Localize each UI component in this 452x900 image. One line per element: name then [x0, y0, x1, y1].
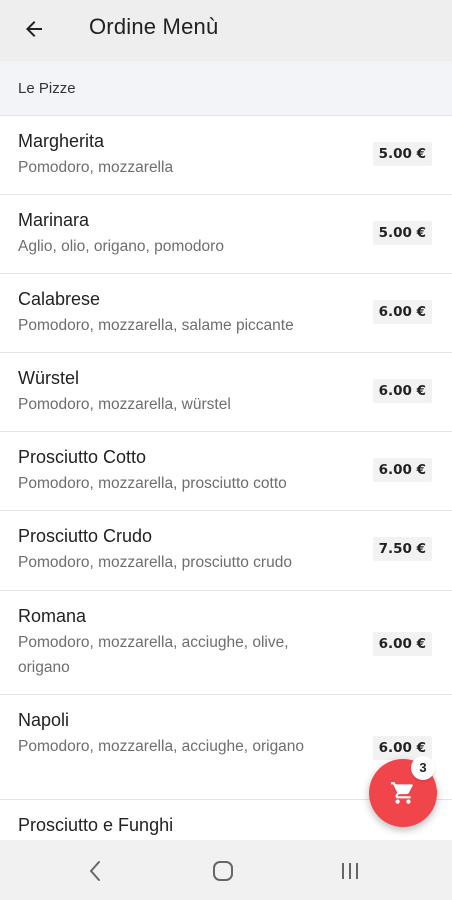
- price-badge: 6.00 €: [372, 300, 432, 324]
- nav-back-button[interactable]: [82, 858, 108, 884]
- item-name: Romana: [18, 606, 87, 626]
- nav-recents-icon: [342, 863, 358, 879]
- section-header: Le Pizze: [0, 61, 452, 116]
- system-nav-bar: [0, 840, 452, 900]
- price-badge: 6.00 €: [372, 379, 432, 403]
- item-name: Würstel: [18, 368, 80, 388]
- shopping-cart-icon: [391, 782, 413, 804]
- item-name: Prosciutto e Funghi: [18, 815, 174, 835]
- price-badge: 6.00 €: [372, 632, 432, 656]
- price-badge: 5.00 €: [372, 221, 432, 245]
- back-button[interactable]: [20, 15, 48, 43]
- menu-item[interactable]: Prosciutto Cotto Pomodoro, mozzarella, p…: [0, 432, 452, 511]
- cart-count-badge: 3: [411, 756, 435, 780]
- menu-list: Margherita Pomodoro, mozzarella 5.00 € M…: [0, 116, 452, 840]
- menu-item[interactable]: Würstel Pomodoro, mozzarella, würstel 6.…: [0, 353, 452, 432]
- section-title: Le Pizze: [18, 80, 76, 97]
- item-name: Marinara: [18, 210, 90, 230]
- item-description: Pomodoro, mozzarella, würstel: [18, 396, 231, 413]
- item-description: Pomodoro, mozzarella, prosciutto crudo: [18, 554, 292, 571]
- menu-item[interactable]: Prosciutto Crudo Pomodoro, mozzarella, p…: [0, 511, 452, 591]
- item-name: Prosciutto Cotto: [18, 447, 147, 467]
- price-badge: 6.00 €: [372, 458, 432, 482]
- nav-home-icon: [213, 861, 233, 881]
- price-badge: 5.00 €: [372, 142, 432, 166]
- nav-back-icon: [90, 861, 100, 881]
- app-bar: Ordine Menù: [0, 0, 452, 61]
- menu-item[interactable]: Margherita Pomodoro, mozzarella 5.00 €: [0, 116, 452, 195]
- menu-item[interactable]: Calabrese Pomodoro, mozzarella, salame p…: [0, 274, 452, 353]
- nav-recents-button[interactable]: [337, 858, 363, 884]
- item-name: Prosciutto Crudo: [18, 526, 153, 546]
- menu-item[interactable]: Marinara Aglio, olio, origano, pomodoro …: [0, 195, 452, 274]
- item-name: Margherita: [18, 131, 105, 151]
- nav-home-button[interactable]: [210, 858, 236, 884]
- price-badge: 7.50 €: [372, 537, 432, 561]
- item-description: Pomodoro, mozzarella, prosciutto cotto: [18, 475, 287, 492]
- item-name: Calabrese: [18, 289, 101, 309]
- item-description: Pomodoro, mozzarella, salame piccante: [18, 317, 294, 334]
- item-description: Pomodoro, mozzarella, acciughe, origano: [18, 738, 305, 755]
- item-name: Napoli: [18, 710, 70, 730]
- arrow-back-icon: [26, 21, 42, 37]
- item-description: Pomodoro, mozzarella: [18, 159, 174, 176]
- menu-item[interactable]: Romana Pomodoro, mozzarella, acciughe, o…: [0, 591, 452, 695]
- page-title: Ordine Menù: [89, 14, 219, 39]
- item-description: Pomodoro, mozzarella, acciughe, olive, o…: [18, 634, 289, 676]
- item-description: Aglio, olio, origano, pomodoro: [18, 238, 224, 255]
